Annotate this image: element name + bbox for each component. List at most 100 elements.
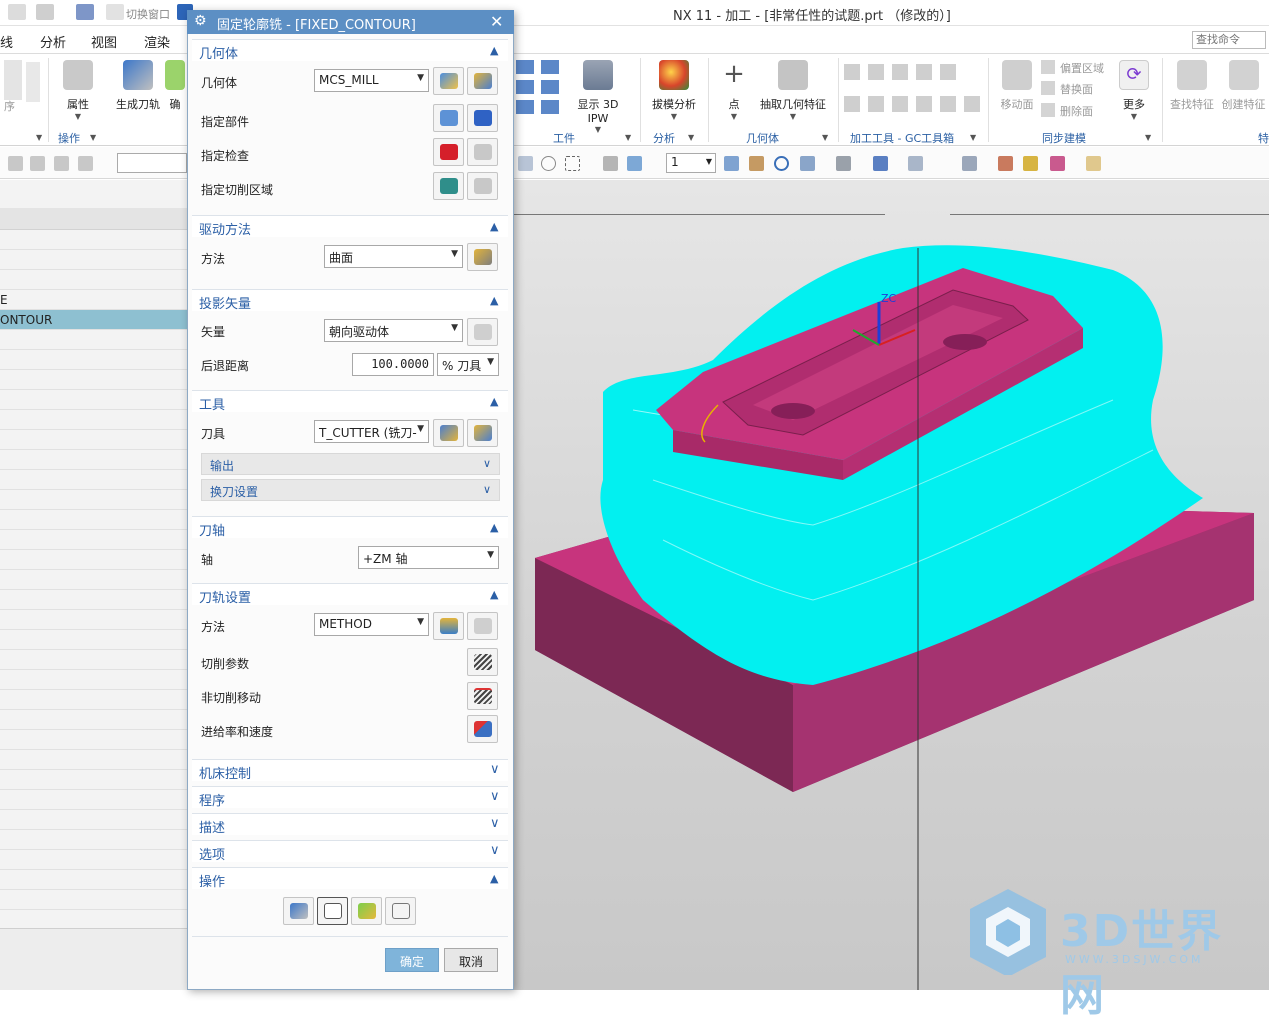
properties-button[interactable]: 属性 ▼ xyxy=(48,58,108,121)
vector-dropdown[interactable]: 朝向驱动体 ▼ xyxy=(324,319,463,342)
layer-combo[interactable]: 1 ▼ xyxy=(666,153,716,173)
snap-icon[interactable] xyxy=(54,156,69,171)
extract-geometry-button[interactable]: 抽取几何特征 ▼ xyxy=(756,58,830,121)
offset-region-button[interactable]: 偏置区域 xyxy=(1060,60,1104,76)
nav-empty-row[interactable] xyxy=(0,630,188,650)
tool-dropdown[interactable]: T_CUTTER (铣刀- ▼ xyxy=(314,420,429,443)
workpiece-tool-5-icon[interactable] xyxy=(516,100,534,114)
expand-machine-control-icon[interactable]: ∨ xyxy=(490,762,500,777)
specify-part-display-button[interactable] xyxy=(467,104,498,132)
nav-empty-row[interactable] xyxy=(0,750,188,770)
description-section[interactable] xyxy=(192,813,508,835)
tool-change-subsection[interactable]: 换刀设置 ∨ xyxy=(201,479,500,501)
expand-description-icon[interactable]: ∨ xyxy=(490,816,500,831)
redo-icon[interactable] xyxy=(36,4,54,20)
show-hide-icon[interactable] xyxy=(1050,156,1065,171)
search-input[interactable] xyxy=(1192,31,1266,49)
nav-empty-row[interactable] xyxy=(0,610,188,630)
collapse-axis-icon[interactable]: ▲ xyxy=(490,521,498,534)
workpiece-tool-2-icon[interactable] xyxy=(541,60,559,74)
repeat-command-icon[interactable] xyxy=(76,4,94,20)
nav-empty-row[interactable] xyxy=(0,730,188,750)
expand-program-icon[interactable]: ∨ xyxy=(490,789,500,804)
collapse-actions-icon[interactable]: ▲ xyxy=(490,872,498,885)
new-geometry-button[interactable] xyxy=(433,67,464,95)
nav-empty-row[interactable] xyxy=(0,830,188,850)
view-tool-2-icon[interactable] xyxy=(603,156,618,171)
replay-button[interactable] xyxy=(317,897,348,925)
wcs-icon[interactable] xyxy=(962,156,977,171)
switch-window-icon[interactable] xyxy=(106,4,124,20)
render-style-icon[interactable] xyxy=(836,156,851,171)
tool-section-header[interactable] xyxy=(192,390,508,412)
nav-empty-row[interactable] xyxy=(0,250,188,270)
gc-toolbox-row-1[interactable] xyxy=(844,64,964,80)
nav-empty-row[interactable] xyxy=(0,590,188,610)
collapse-projection-icon[interactable]: ▲ xyxy=(490,294,498,307)
new-tool-button[interactable] xyxy=(433,419,464,447)
nav-empty-row[interactable] xyxy=(0,570,188,590)
edit-section-icon[interactable] xyxy=(908,156,923,171)
workpiece-tool-1-icon[interactable] xyxy=(516,60,534,74)
nav-empty-row[interactable] xyxy=(0,670,188,690)
geometry-section-header[interactable] xyxy=(192,39,508,61)
actions-section-header[interactable] xyxy=(192,867,508,889)
specify-cut-area-display-button[interactable] xyxy=(467,172,498,200)
generate-toolpath-button[interactable]: 生成刀轨 xyxy=(108,58,168,112)
collapse-drive-icon[interactable]: ▲ xyxy=(490,220,498,233)
nav-empty-row[interactable] xyxy=(0,330,188,350)
view-tool-1-icon[interactable] xyxy=(518,156,533,171)
nav-empty-row[interactable] xyxy=(0,390,188,410)
nav-empty-row[interactable] xyxy=(0,230,188,250)
nav-empty-row[interactable] xyxy=(0,350,188,370)
edit-method-button[interactable] xyxy=(467,612,498,640)
feeds-speeds-button[interactable] xyxy=(467,715,498,743)
shading-icon[interactable] xyxy=(873,156,888,171)
nav-empty-row[interactable] xyxy=(0,410,188,430)
ribbon-mini-tools[interactable] xyxy=(26,62,40,102)
nav-empty-row[interactable] xyxy=(0,650,188,670)
workpiece-tool-6-icon[interactable] xyxy=(541,100,559,114)
nav-empty-row[interactable] xyxy=(0,770,188,790)
axis-section-header[interactable] xyxy=(192,516,508,538)
nav-empty-row[interactable] xyxy=(0,470,188,490)
retract-unit-dropdown[interactable]: % 刀具 ▼ xyxy=(437,353,499,376)
rotate-icon[interactable] xyxy=(774,156,789,171)
selection-filter-combo[interactable] xyxy=(117,153,187,173)
dialog-title-bar[interactable]: 固定轮廓铣 - [FIXED_CONTOUR] xyxy=(187,10,514,34)
fit-view-icon[interactable] xyxy=(724,156,739,171)
nav-empty-row[interactable] xyxy=(0,710,188,730)
zoom-icon[interactable] xyxy=(749,156,764,171)
ruler-icon[interactable] xyxy=(1086,156,1101,171)
cancel-button[interactable]: 取消 xyxy=(444,948,498,972)
edit-tool-button[interactable] xyxy=(467,419,498,447)
menu-analysis[interactable]: 分析 xyxy=(40,32,66,51)
nav-empty-row[interactable] xyxy=(0,850,188,870)
select-icon[interactable] xyxy=(30,156,45,171)
cut-params-button[interactable] xyxy=(467,648,498,676)
show-3d-ipw-button[interactable]: 显示 3D IPW ▼ xyxy=(566,58,630,134)
nav-empty-row[interactable] xyxy=(0,510,188,530)
ok-button[interactable]: 确定 xyxy=(385,948,439,972)
close-icon[interactable]: ✕ xyxy=(490,12,503,31)
nav-empty-row[interactable] xyxy=(0,450,188,470)
delete-face-button[interactable]: 删除面 xyxy=(1060,103,1093,119)
rect-select-icon[interactable] xyxy=(565,156,580,171)
create-feature-button[interactable]: 创建特征 xyxy=(1218,58,1269,112)
axis-dropdown[interactable]: +ZM 轴 ▼ xyxy=(358,546,499,569)
path-method-dropdown[interactable]: METHOD ▼ xyxy=(314,613,429,636)
specify-part-select-button[interactable] xyxy=(433,104,464,132)
geometry-dropdown[interactable]: MCS_MILL ▼ xyxy=(314,69,429,92)
edit-geometry-button[interactable] xyxy=(467,67,498,95)
snap2-icon[interactable] xyxy=(78,156,93,171)
nav-empty-row[interactable] xyxy=(0,870,188,890)
more-button[interactable]: ⟳ 更多 ▼ xyxy=(1112,58,1156,121)
draft-analysis-button[interactable]: 拔模分析 ▼ xyxy=(646,58,702,121)
output-subsection[interactable]: 输出 ∨ xyxy=(201,453,500,475)
nav-empty-row[interactable] xyxy=(0,270,188,290)
orient-view-icon[interactable] xyxy=(800,156,815,171)
menu-render[interactable]: 渲染 xyxy=(144,32,170,51)
non-cut-moves-button[interactable] xyxy=(467,682,498,710)
nav-row-e[interactable]: E xyxy=(0,290,188,310)
view-tool-3-icon[interactable] xyxy=(627,156,642,171)
